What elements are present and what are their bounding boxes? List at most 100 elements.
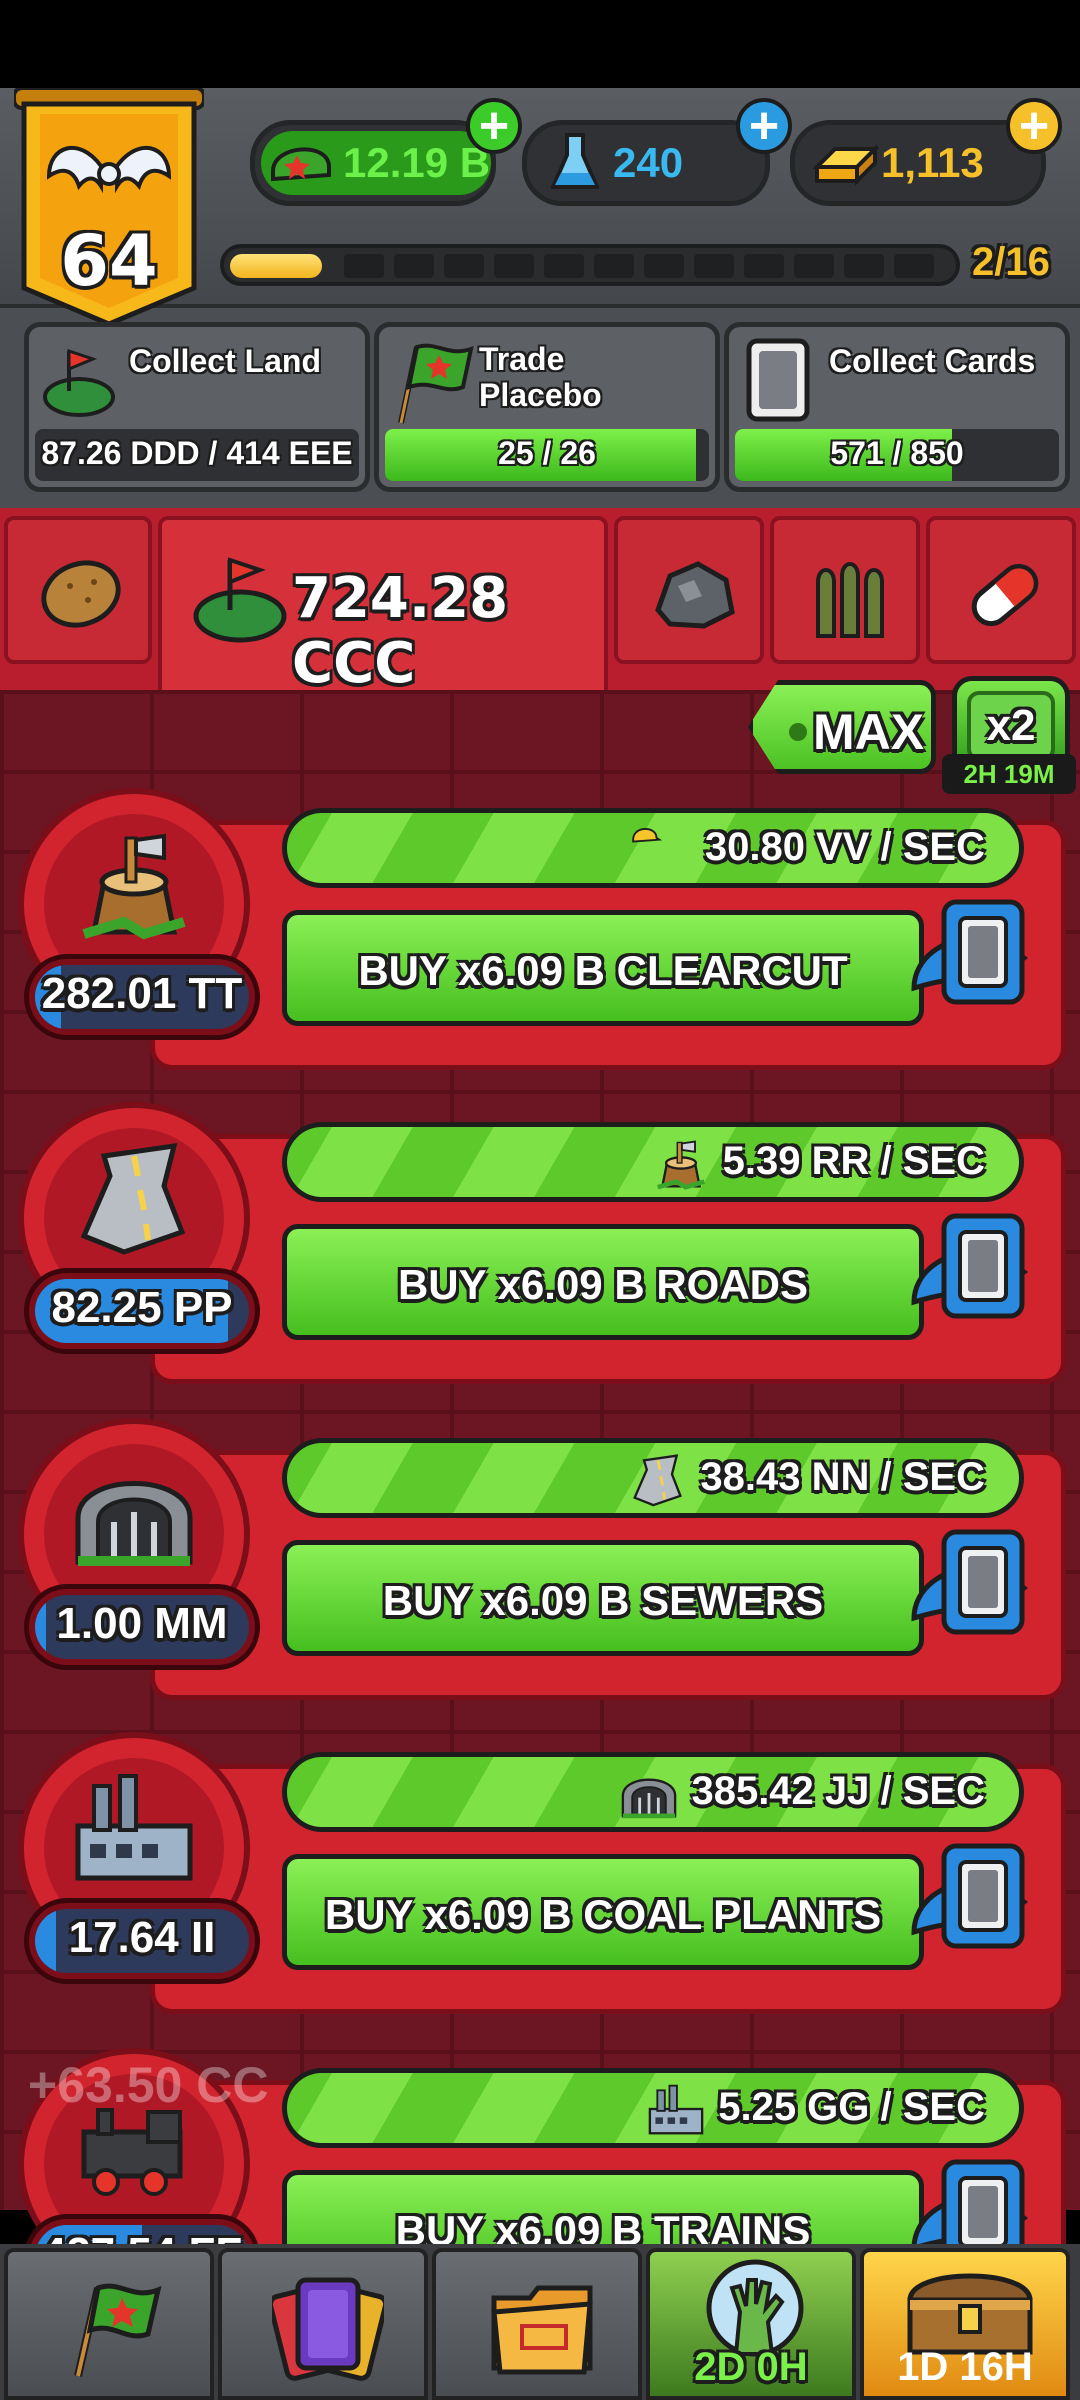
science-value: 240 bbox=[613, 139, 684, 186]
rate-bar: 5.39 RR / SEC bbox=[282, 1122, 1024, 1202]
tab-land[interactable]: 724.28 CCC bbox=[158, 516, 608, 696]
owned-amount: 17.64 II bbox=[24, 1898, 260, 1984]
cash-pill[interactable]: 12.19 B bbox=[250, 120, 496, 206]
quest-value: 571 / 850 bbox=[830, 435, 964, 471]
zombie-hand-icon bbox=[706, 2259, 804, 2357]
add-science-button[interactable]: + bbox=[736, 98, 792, 154]
card-slot-icon[interactable] bbox=[904, 1212, 1034, 1342]
rate-value: 385.42 JJ / SEC bbox=[691, 1769, 985, 1813]
max-button[interactable]: MAX bbox=[748, 680, 936, 774]
floating-income-text: +63.50 CC bbox=[28, 2057, 269, 2113]
bullets-icon bbox=[816, 562, 884, 638]
card-icon bbox=[746, 338, 810, 422]
buy-sewers-button[interactable]: BUY x6.09 B SEWERS bbox=[282, 1540, 924, 1656]
nav-cards[interactable] bbox=[218, 2248, 428, 2400]
quest-value: 87.26 DDD / 414 EEE bbox=[41, 435, 353, 471]
tab-ore[interactable] bbox=[614, 516, 764, 664]
rate-bar: 5.25 GG / SEC bbox=[282, 2068, 1024, 2148]
buy-label: BUY x6.09 B SEWERS bbox=[382, 1577, 824, 1624]
rate-value: 5.25 GG / SEC bbox=[718, 2085, 985, 2129]
card-slot-icon[interactable] bbox=[904, 1528, 1034, 1658]
factory-icon bbox=[75, 1774, 193, 1881]
rate-value: 38.43 NN / SEC bbox=[700, 1455, 985, 1499]
quest-collect-cards[interactable]: Collect Cards 571 / 850 bbox=[724, 322, 1070, 492]
quest-label: Collect Cards bbox=[829, 343, 1036, 379]
sewer-icon bbox=[621, 1778, 677, 1819]
rate-value: 5.39 RR / SEC bbox=[722, 1139, 985, 1183]
quest-label: Trade Placebo bbox=[479, 341, 602, 413]
owned-value: 82.25 PP bbox=[51, 1283, 233, 1332]
production-row-sewers: 1.00 MM 38.43 NN / SEC BUY x6.09 B SEWER… bbox=[0, 1410, 1080, 1710]
tree-stump-icon bbox=[656, 1140, 706, 1190]
bottom-nav: 2D 0H 1D 16H bbox=[0, 2244, 1080, 2400]
trade-flag-icon bbox=[398, 343, 474, 424]
owned-amount: 82.25 PP bbox=[24, 1268, 260, 1354]
gold-value: 1,113 bbox=[881, 139, 984, 186]
owned-value: 1.00 MM bbox=[56, 1599, 228, 1648]
buy-coal-plants-button[interactable]: BUY x6.09 B COAL PLANTS bbox=[282, 1854, 924, 1970]
nav-zombie-event[interactable]: 2D 0H bbox=[646, 2248, 856, 2400]
quest-progress: 571 / 850 bbox=[735, 429, 1059, 481]
tab-bullets[interactable] bbox=[770, 516, 920, 664]
cards-icon bbox=[272, 2277, 384, 2381]
card-slot-icon[interactable] bbox=[904, 1842, 1034, 1972]
max-label: MAX bbox=[813, 704, 925, 760]
level-banner[interactable]: 64 bbox=[14, 88, 204, 328]
level-progress-fill bbox=[230, 254, 322, 278]
nav-flag[interactable] bbox=[4, 2248, 214, 2400]
active-resource-value: 724.28 CCC bbox=[292, 566, 509, 696]
tree-stump-icon bbox=[82, 833, 186, 940]
add-gold-button[interactable]: + bbox=[1006, 98, 1062, 154]
quest-progress: 87.26 DDD / 414 EEE bbox=[35, 429, 359, 481]
nav-chest[interactable]: 1D 16H bbox=[860, 2248, 1070, 2400]
buy-label: BUY x6.09 B ROADS bbox=[397, 1261, 809, 1308]
owned-amount: 282.01 TT bbox=[24, 954, 260, 1040]
quest-progress: 25 / 26 bbox=[385, 429, 709, 481]
buy-label: BUY x6.09 B COAL PLANTS bbox=[324, 1891, 882, 1938]
card-slot-icon[interactable] bbox=[904, 898, 1034, 1028]
top-hud: 64 12.19 B + 240 + 1,113 + 2/16 Collect … bbox=[0, 88, 1080, 508]
rate-bar: 38.43 NN / SEC bbox=[282, 1438, 1024, 1518]
quest-value: 25 / 26 bbox=[498, 435, 596, 471]
production-row-roads: 82.25 PP 5.39 RR / SEC BUY x6.09 B ROADS bbox=[0, 1094, 1080, 1394]
resource-tabs: 724.28 CCC bbox=[0, 508, 1080, 708]
folder-icon bbox=[491, 2285, 593, 2375]
owned-value: 282.01 TT bbox=[41, 969, 243, 1018]
quest-label: Collect Land bbox=[129, 343, 322, 379]
gold-bars-icon bbox=[813, 144, 879, 186]
production-row-clearcut: 282.01 TT 30.80 VV / SEC BUY x6.09 B CLE… bbox=[0, 780, 1080, 1080]
flask-icon bbox=[551, 133, 599, 189]
flag-icon bbox=[74, 2283, 162, 2377]
nav-folder[interactable] bbox=[432, 2248, 642, 2400]
quest-collect-land[interactable]: Collect Land 87.26 DDD / 414 EEE bbox=[24, 322, 370, 492]
sewer-icon bbox=[75, 1481, 193, 1566]
owned-amount: 1.00 MM bbox=[24, 1584, 260, 1670]
add-cash-button[interactable]: + bbox=[466, 98, 522, 154]
tab-potato[interactable] bbox=[4, 516, 152, 664]
player-level: 64 bbox=[60, 220, 158, 302]
road-icon bbox=[633, 1454, 682, 1507]
road-icon bbox=[80, 1142, 186, 1255]
chest-timer: 1D 16H bbox=[897, 2345, 1033, 2389]
rate-value: 30.80 VV / SEC bbox=[704, 825, 985, 869]
potato-icon bbox=[41, 560, 121, 628]
x2-label: x2 bbox=[986, 701, 1036, 750]
buy-clearcut-button[interactable]: BUY x6.09 B CLEARCUT bbox=[282, 910, 924, 1026]
production-row-coal-plants: 17.64 II 385.42 JJ / SEC BUY x6.09 B COA… bbox=[0, 1724, 1080, 2024]
buy-roads-button[interactable]: BUY x6.09 B ROADS bbox=[282, 1224, 924, 1340]
rate-bar: 385.42 JJ / SEC bbox=[282, 1752, 1024, 1832]
ore-icon bbox=[655, 561, 735, 629]
level-progress-bar bbox=[220, 244, 960, 286]
rate-bar: 30.80 VV / SEC bbox=[282, 808, 1024, 888]
land-flag-icon bbox=[43, 348, 115, 417]
science-pill[interactable]: 240 bbox=[522, 120, 770, 206]
land-icon bbox=[193, 557, 287, 643]
chest-icon bbox=[907, 2273, 1033, 2355]
cash-value: 12.19 B bbox=[343, 139, 491, 186]
buy-label: BUY x6.09 B CLEARCUT bbox=[358, 947, 848, 994]
owned-value: 17.64 II bbox=[68, 1913, 216, 1962]
factory-icon bbox=[648, 2084, 704, 2135]
tab-pill[interactable] bbox=[926, 516, 1076, 664]
quest-trade-placebo[interactable]: Trade Placebo 25 / 26 bbox=[374, 322, 720, 492]
level-progress-label: 2/16 bbox=[972, 240, 1050, 284]
